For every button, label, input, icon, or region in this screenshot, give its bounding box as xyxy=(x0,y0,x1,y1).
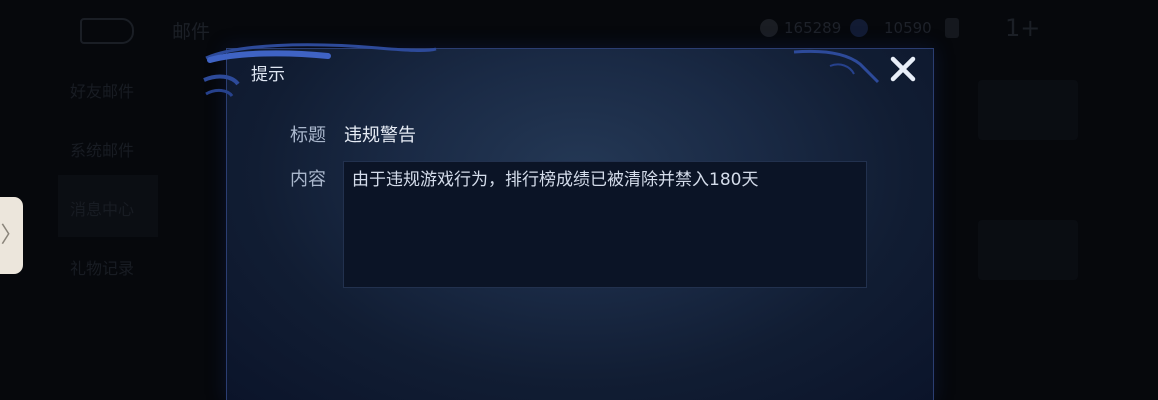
add-currency-button[interactable]: 1+ xyxy=(1005,14,1040,42)
close-icon xyxy=(890,56,916,82)
sidebar-item-system-mail[interactable]: 系统邮件 xyxy=(70,137,134,161)
cloud-ornament-right xyxy=(793,49,880,84)
coin-icon xyxy=(760,19,778,37)
sidebar-item-gift-record[interactable]: 礼物记录 xyxy=(70,255,134,279)
back-button[interactable] xyxy=(80,18,134,44)
coin-count: 165289 xyxy=(784,19,842,37)
sidebar-item-message-center[interactable]: 消息中心 xyxy=(70,196,134,220)
background-card xyxy=(978,220,1078,280)
background-card xyxy=(978,80,1078,140)
background-sidebar: 好友邮件 系统邮件 消息中心 礼物记录 xyxy=(58,60,158,400)
gem-count: 10590 xyxy=(884,19,932,37)
title-label: 标题 xyxy=(290,125,326,146)
cloud-ornament-left xyxy=(203,43,437,97)
edge-expand-handle[interactable]: 〉 xyxy=(0,197,23,274)
screen: 邮件 165289 10590 1+ 好友邮件 系统邮件 消息中心 礼物记录 〉… xyxy=(0,0,1158,400)
gem-icon xyxy=(850,19,868,37)
dialog-title: 提示 xyxy=(251,65,285,85)
content-label: 内容 xyxy=(290,169,326,190)
content-textarea[interactable]: 由于违规游戏行为，排行榜成绩已被清除并禁入180天 xyxy=(343,161,867,288)
background-right-panel xyxy=(948,60,1098,380)
title-value: 违规警告 xyxy=(344,125,416,146)
sidebar-item-friend-mail[interactable]: 好友邮件 xyxy=(70,78,134,102)
close-button[interactable] xyxy=(886,52,920,86)
resource-icon xyxy=(945,18,959,38)
